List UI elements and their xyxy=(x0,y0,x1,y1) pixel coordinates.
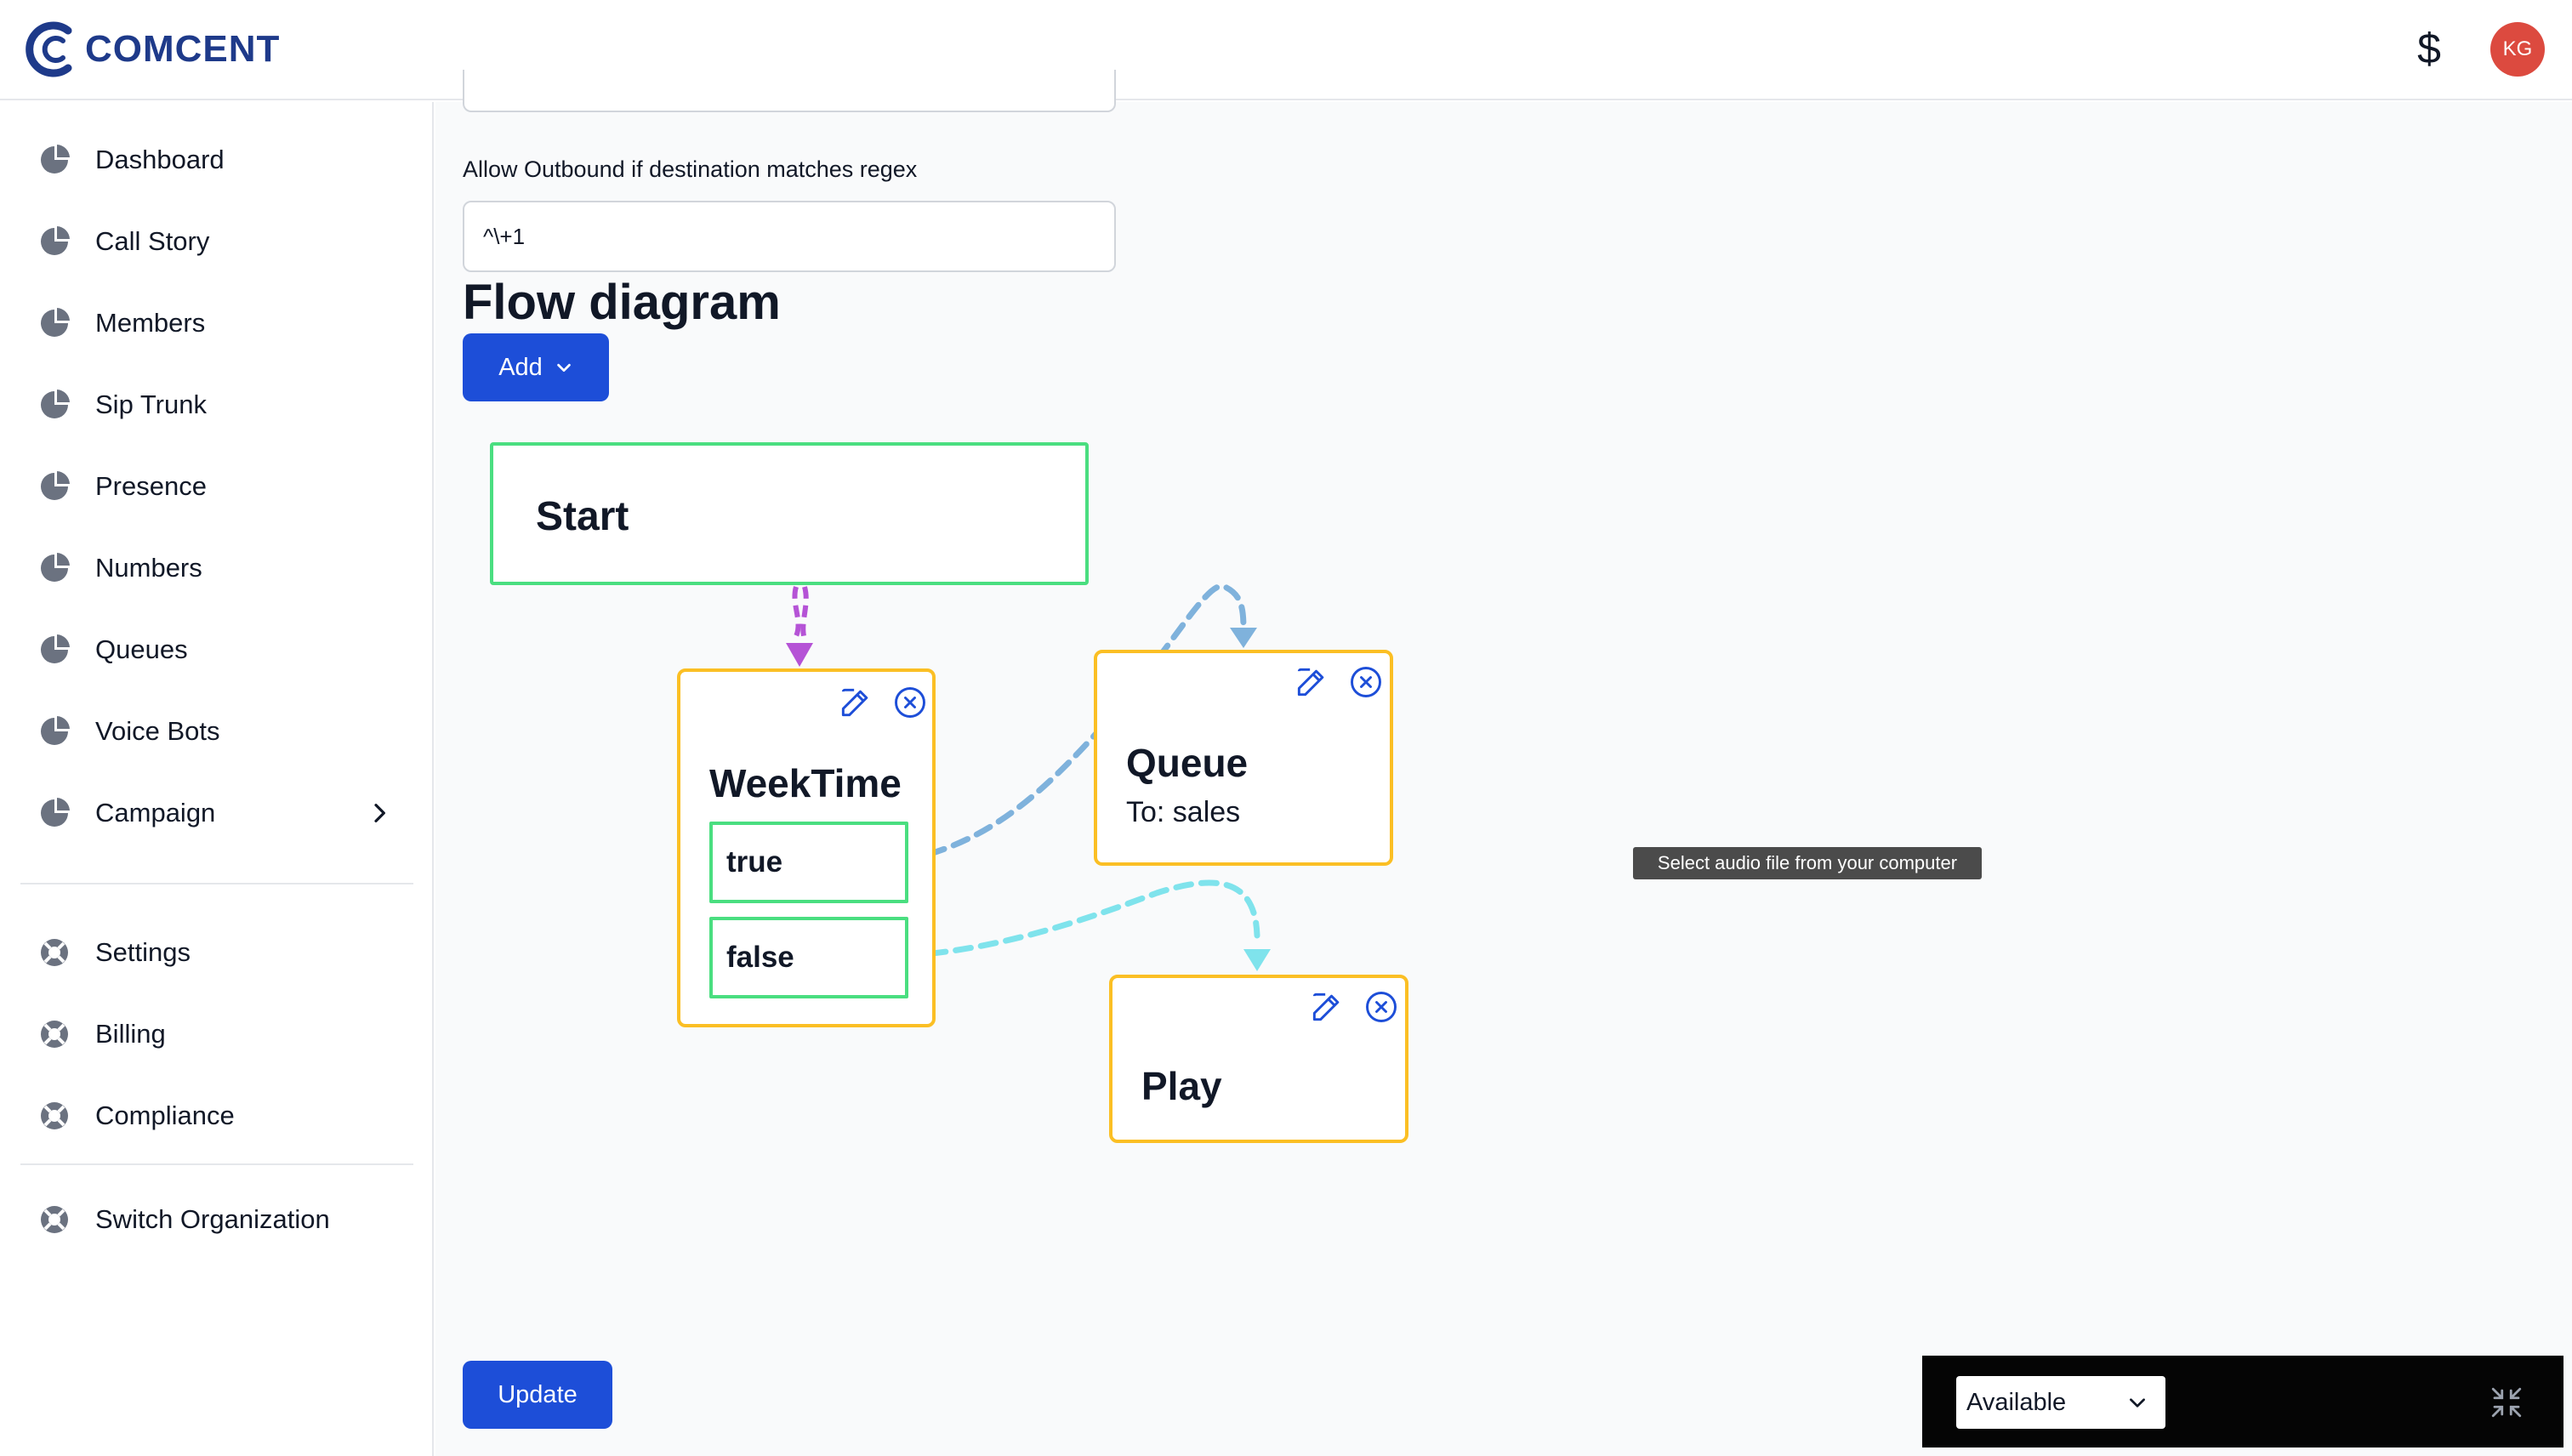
sidebar-item-label: Billing xyxy=(95,1019,166,1049)
previous-field-input[interactable] xyxy=(463,70,1116,112)
flow-node-queue[interactable]: Queue To: sales xyxy=(1094,650,1393,866)
add-node-button[interactable]: Add xyxy=(463,333,609,401)
sidebar-item-presence[interactable]: Presence xyxy=(37,461,412,512)
outbound-regex-input[interactable] xyxy=(463,201,1116,272)
sidebar-item-label: Dashboard xyxy=(95,145,225,174)
billing-dollar-icon[interactable]: $ xyxy=(2412,20,2446,77)
update-button[interactable]: Update xyxy=(463,1361,612,1429)
lifebuoy-icon xyxy=(37,1017,71,1051)
chevron-down-icon xyxy=(557,363,571,373)
sidebar: Dashboard Call Story Members Sip Trunk Prese… xyxy=(0,102,434,1456)
audio-file-tooltip: Select audio file from your computer xyxy=(1633,847,1982,879)
logo-mark-icon xyxy=(26,21,72,77)
user-avatar[interactable]: KG xyxy=(2490,22,2545,77)
sidebar-item-label: Voice Bots xyxy=(95,716,220,746)
comcent-logo[interactable]: COMCENT xyxy=(26,19,280,80)
status-select[interactable]: Available xyxy=(1956,1376,2165,1429)
outbound-regex-label: Allow Outbound if destination matches re… xyxy=(463,156,918,182)
sidebar-item-compliance[interactable]: Compliance xyxy=(37,1090,412,1141)
play-node-title: Play xyxy=(1141,1064,1222,1108)
weektime-node-title: WeekTime xyxy=(709,761,902,805)
lifebuoy-icon xyxy=(37,936,71,970)
sidebar-divider xyxy=(20,1163,413,1165)
sidebar-item-dashboard[interactable]: Dashboard xyxy=(37,134,412,185)
queue-node-title: Queue xyxy=(1126,741,1249,785)
pie-chart-icon xyxy=(37,469,71,503)
sidebar-item-label: Settings xyxy=(95,937,191,967)
pie-chart-icon xyxy=(37,225,71,259)
start-node-title: Start xyxy=(536,494,629,539)
chevron-right-icon xyxy=(374,804,385,822)
edit-icon[interactable] xyxy=(837,684,874,721)
sidebar-item-queues[interactable]: Queues xyxy=(37,624,412,675)
sidebar-item-billing[interactable]: Billing xyxy=(37,1009,412,1060)
edit-icon[interactable] xyxy=(1293,663,1330,701)
sidebar-item-voice-bots[interactable]: Voice Bots xyxy=(37,706,412,757)
sidebar-item-label: Call Story xyxy=(95,226,210,256)
sidebar-item-label: Numbers xyxy=(95,553,202,583)
close-circle-icon[interactable] xyxy=(891,684,929,721)
pie-chart-icon xyxy=(37,714,71,748)
edit-icon[interactable] xyxy=(1308,988,1346,1026)
collapse-window-icon[interactable] xyxy=(2489,1385,2524,1420)
sidebar-item-switch-organization[interactable]: Switch Organization xyxy=(37,1194,412,1245)
chevron-down-icon xyxy=(2130,1398,2145,1408)
sidebar-item-label: Presence xyxy=(95,471,207,501)
flow-node-start[interactable]: Start xyxy=(490,442,1089,585)
flow-node-play[interactable]: Play xyxy=(1109,975,1408,1143)
lifebuoy-icon xyxy=(37,1203,71,1237)
pie-chart-icon xyxy=(37,306,71,340)
status-selected-value: Available xyxy=(1966,1388,2067,1416)
sidebar-item-label: Compliance xyxy=(95,1101,235,1130)
flow-node-weektime[interactable]: WeekTime true false xyxy=(677,668,936,1027)
sidebar-item-label: Queues xyxy=(95,634,188,664)
pie-chart-icon xyxy=(37,143,71,177)
sidebar-item-label: Switch Organization xyxy=(95,1204,330,1234)
sidebar-item-members[interactable]: Members xyxy=(37,298,412,349)
logo-text: COMCENT xyxy=(85,28,281,70)
sidebar-item-settings[interactable]: Settings xyxy=(37,927,412,978)
flow-diagram-title: Flow diagram xyxy=(463,275,781,330)
top-header: COMCENT $ KG xyxy=(0,0,2572,100)
sidebar-item-numbers[interactable]: Numbers xyxy=(37,543,412,594)
pie-chart-icon xyxy=(37,796,71,830)
pie-chart-icon xyxy=(37,633,71,667)
sidebar-item-sip-trunk[interactable]: Sip Trunk xyxy=(37,379,412,430)
close-circle-icon[interactable] xyxy=(1347,663,1385,701)
lifebuoy-icon xyxy=(37,1099,71,1133)
sidebar-item-call-story[interactable]: Call Story xyxy=(37,216,412,267)
sidebar-item-label: Sip Trunk xyxy=(95,390,207,419)
branch-true[interactable]: true xyxy=(709,822,908,903)
pie-chart-icon xyxy=(37,388,71,422)
agent-status-widget: Available xyxy=(1922,1356,2563,1447)
sidebar-divider xyxy=(20,883,413,884)
queue-node-subtitle: To: sales xyxy=(1126,796,1241,828)
branch-false[interactable]: false xyxy=(709,917,908,998)
pie-chart-icon xyxy=(37,551,71,585)
sidebar-item-label: Campaign xyxy=(95,798,216,828)
sidebar-item-campaign[interactable]: Campaign xyxy=(37,788,412,839)
sidebar-item-label: Members xyxy=(95,308,206,338)
close-circle-icon[interactable] xyxy=(1363,988,1400,1026)
add-button-label: Add xyxy=(498,353,543,381)
